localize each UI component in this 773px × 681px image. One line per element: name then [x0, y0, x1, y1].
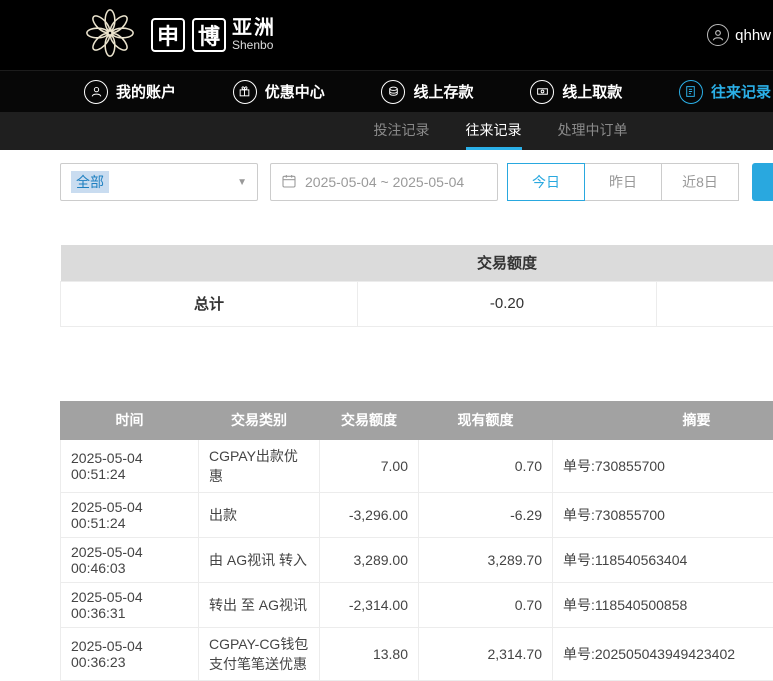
cell-summary: 单号:730855700 [552, 438, 773, 493]
cell-time: 2025-05-04 00:46:03 [60, 536, 199, 583]
summary-table: 交易额度 总计 -0.20 [60, 245, 773, 327]
nav-label: 线上存款 [413, 84, 474, 101]
nav-label: 线上取款 [562, 84, 623, 101]
tab-betting-records[interactable]: 投注记录 [374, 112, 430, 150]
table-row: 2025-05-04 00:36:31 转出 至 AG视讯 -2,314.00 … [60, 581, 773, 628]
records-document-icon [678, 79, 703, 104]
cell-balance: 3,289.70 [418, 536, 553, 583]
cell-amount: 7.00 [319, 438, 419, 493]
nav-item-my-account[interactable]: 我的账户 [84, 79, 177, 104]
cell-time: 2025-05-04 00:36:23 [60, 626, 199, 681]
cell-type: CGPAY-CG钱包支付笔笔送优惠 [198, 626, 320, 681]
user-avatar-icon [707, 24, 730, 46]
withdraw-banknote-icon [530, 79, 555, 104]
category-selected-value: 全部 [71, 171, 109, 193]
cell-amount: 3,289.00 [319, 536, 419, 583]
table-row: 2025-05-04 00:46:03 由 AG视讯 转入 3,289.00 3… [60, 536, 773, 583]
cell-summary: 单号:118540563404 [552, 536, 773, 583]
brand-text: 亚洲 Shenbo [232, 17, 276, 52]
nav-item-online-deposit[interactable]: 线上存款 [381, 79, 474, 104]
tab-processing-orders[interactable]: 处理中订单 [558, 112, 628, 150]
search-button[interactable] [752, 163, 773, 201]
nav-label: 优惠中心 [264, 84, 325, 101]
table-row: 2025-05-04 00:51:24 CGPAY出款优惠 7.00 0.70 … [60, 438, 773, 493]
logo-char-bo: 博 [192, 18, 226, 52]
cell-time: 2025-05-04 00:51:24 [60, 438, 199, 493]
cell-type: CGPAY出款优惠 [198, 438, 320, 493]
summary-header-row: 交易额度 [60, 245, 773, 281]
deposit-coins-icon [381, 79, 406, 104]
nav-item-online-withdrawal[interactable]: 线上取款 [530, 79, 623, 104]
col-header-amount: 交易额度 [319, 400, 419, 440]
cell-summary: 单号:118540500858 [552, 581, 773, 628]
user-account-area[interactable]: qhhw [707, 24, 771, 46]
summary-total-value: -0.20 [357, 280, 657, 327]
brand-logo[interactable]: 申 博 亚洲 Shenbo [84, 7, 276, 64]
col-header-type: 交易类别 [198, 400, 320, 440]
cell-time: 2025-05-04 00:51:24 [60, 491, 199, 538]
date-range-value: 2025-05-04 ~ 2025-05-04 [305, 174, 465, 190]
account-icon [84, 79, 108, 104]
nav-label: 我的账户 [116, 84, 177, 101]
today-button[interactable]: 今日 [507, 163, 585, 201]
nav-item-transaction-records[interactable]: 往来记录 [678, 79, 771, 104]
chevron-down-icon: ▼ [237, 176, 247, 188]
gift-icon [232, 79, 257, 104]
username-label: qhhw [735, 26, 771, 44]
cell-summary: 单号:202505043949423402 [552, 626, 773, 681]
summary-total-row: 总计 -0.20 [60, 280, 773, 327]
records-subnav: 投注记录 往来记录 处理中订单 [0, 112, 773, 150]
summary-header-empty [656, 245, 773, 281]
cell-type: 出款 [198, 491, 320, 538]
summary-header-empty [60, 245, 358, 281]
filter-bar: 全部 ▼ 2025-05-04 ~ 2025-05-04 今日 昨日 近8日 [60, 163, 773, 201]
last-8-days-button[interactable]: 近8日 [661, 163, 739, 201]
nav-item-promotions[interactable]: 优惠中心 [232, 79, 325, 104]
cell-type: 转出 至 AG视讯 [198, 581, 320, 628]
cell-amount: -2,314.00 [319, 581, 419, 628]
table-row: 2025-05-04 00:36:23 CGPAY-CG钱包支付笔笔送优惠 13… [60, 626, 773, 681]
tab-transaction-records[interactable]: 往来记录 [465, 112, 522, 150]
table-row: 2025-05-04 00:51:24 出款 -3,296.00 -6.29 单… [60, 491, 773, 538]
cell-amount: 13.80 [319, 626, 419, 681]
cell-summary: 单号:730855700 [552, 491, 773, 538]
nav-label: 往来记录 [710, 84, 771, 101]
page: 申 博 亚洲 Shenbo qhhw 我的账户 优惠中心 线上存款 线上取款 往… [0, 0, 773, 681]
date-range-input[interactable]: 2025-05-04 ~ 2025-05-04 [270, 163, 498, 201]
lotus-flower-icon [84, 7, 136, 64]
logo-char-shen: 申 [151, 18, 185, 52]
calendar-icon [281, 173, 297, 192]
cell-amount: -3,296.00 [319, 491, 419, 538]
top-header: 申 博 亚洲 Shenbo qhhw [0, 0, 773, 70]
brand-region-label: 亚洲 [232, 17, 276, 40]
cell-time: 2025-05-04 00:36:31 [60, 581, 199, 628]
brand-en-label: Shenbo [232, 38, 274, 53]
summary-empty-cell [656, 280, 773, 327]
cell-type: 由 AG视讯 转入 [198, 536, 320, 583]
table-header-row: 时间 交易类别 交易额度 现有额度 摘要 [60, 400, 773, 440]
cell-balance: 2,314.70 [418, 626, 553, 681]
col-header-summary: 摘要 [552, 400, 773, 440]
summary-header-amount: 交易额度 [357, 245, 657, 281]
col-header-balance: 现有额度 [418, 400, 553, 440]
summary-total-label: 总计 [60, 280, 358, 327]
records-table: 时间 交易类别 交易额度 现有额度 摘要 2025-05-04 00:51:24… [60, 400, 773, 681]
category-select[interactable]: 全部 ▼ [60, 163, 258, 201]
main-nav: 我的账户 优惠中心 线上存款 线上取款 往来记录 [0, 70, 773, 112]
yesterday-button[interactable]: 昨日 [584, 163, 662, 201]
cell-balance: -6.29 [418, 491, 553, 538]
cell-balance: 0.70 [418, 581, 553, 628]
cell-balance: 0.70 [418, 438, 553, 493]
col-header-time: 时间 [60, 400, 199, 440]
quick-date-buttons: 今日 昨日 近8日 [507, 163, 739, 201]
